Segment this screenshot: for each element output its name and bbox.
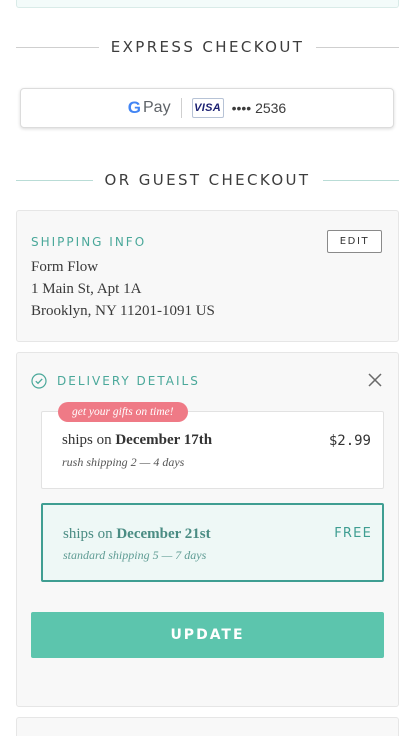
google-pay-logo: G Pay bbox=[128, 98, 171, 118]
ship-date: December 21st bbox=[116, 526, 211, 542]
previous-section-edge bbox=[16, 0, 399, 8]
card-number-masked: •••• 2536 bbox=[231, 100, 287, 116]
ship-date: December 17th bbox=[115, 432, 213, 448]
express-checkout-divider: EXPRESS CHECKOUT bbox=[16, 38, 400, 56]
next-section-panel bbox=[16, 717, 399, 736]
divider-line-left bbox=[16, 179, 93, 181]
google-pay-button[interactable]: G Pay VISA •••• 2536 bbox=[20, 88, 394, 128]
guest-checkout-heading: OR GUEST CHECKOUT bbox=[104, 171, 311, 189]
delivery-option-rush[interactable]: get your gifts on time! ships on Decembe… bbox=[41, 402, 384, 489]
express-checkout-heading: EXPRESS CHECKOUT bbox=[110, 38, 305, 56]
check-circle-icon bbox=[31, 373, 47, 389]
edit-shipping-button[interactable]: EDIT bbox=[327, 230, 382, 253]
gpay-separator bbox=[180, 98, 182, 118]
shipping-method: rush shipping 2 — 4 days bbox=[62, 455, 185, 469]
visa-card-icon: VISA bbox=[191, 98, 224, 118]
address-name: Form Flow bbox=[31, 259, 99, 275]
address-city: Brooklyn, NY 11201-1091 US bbox=[31, 303, 215, 319]
divider-line-right bbox=[316, 46, 400, 48]
divider-line-left bbox=[16, 46, 99, 48]
close-icon[interactable] bbox=[366, 371, 384, 389]
gift-promo-badge: get your gifts on time! bbox=[58, 402, 188, 422]
shipping-price: FREE bbox=[334, 526, 372, 541]
visa-brand-label: VISA bbox=[194, 102, 222, 114]
delivery-option-standard[interactable]: ships on December 21st standard shipping… bbox=[41, 503, 384, 582]
divider-line-right bbox=[322, 179, 399, 181]
update-delivery-button[interactable]: UPDATE bbox=[31, 612, 384, 658]
ship-date-line: ships on December 21st bbox=[63, 526, 211, 542]
delivery-details-panel: DELIVERY DETAILS get your gifts on time!… bbox=[16, 352, 399, 707]
guest-checkout-divider: OR GUEST CHECKOUT bbox=[16, 171, 399, 189]
ship-date-line: ships on December 17th bbox=[62, 432, 213, 448]
google-g-icon: G bbox=[127, 98, 141, 117]
shipping-info-panel: SHIPPING INFO EDIT Form Flow 1 Main St, … bbox=[16, 210, 399, 342]
pay-label: Pay bbox=[143, 99, 171, 116]
address-street: 1 Main St, Apt 1A bbox=[31, 281, 142, 297]
shipping-price: $2.99 bbox=[328, 433, 371, 449]
shipping-info-label: SHIPPING INFO bbox=[31, 235, 147, 249]
delivery-details-label: DELIVERY DETAILS bbox=[57, 374, 200, 388]
shipping-method: standard shipping 5 — 7 days bbox=[63, 548, 207, 562]
